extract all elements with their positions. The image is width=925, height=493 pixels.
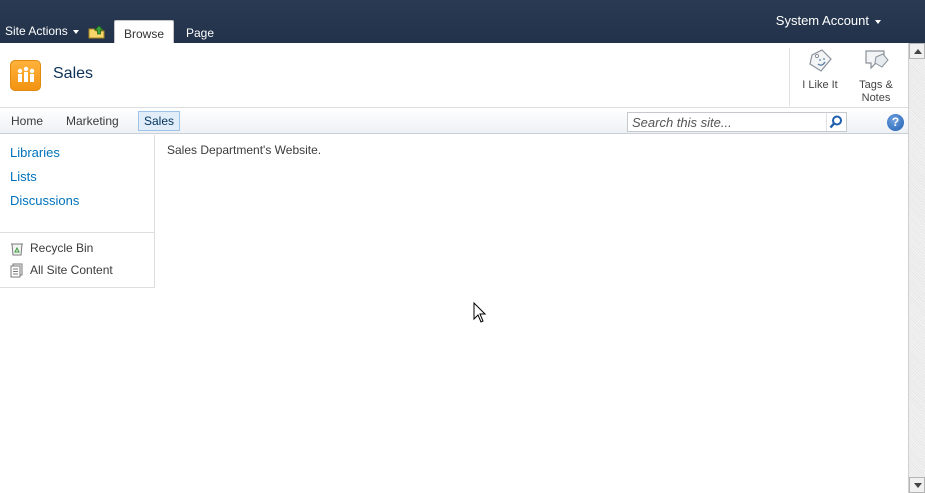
tab-page[interactable]: Page	[176, 20, 224, 43]
search-box	[627, 112, 847, 132]
people-icon	[17, 66, 35, 82]
chevron-down-icon	[72, 29, 79, 34]
recycle-bin-label: Recycle Bin	[30, 241, 94, 255]
recycle-bin-link[interactable]: Recycle Bin	[10, 241, 93, 256]
top-navigation: Home Marketing Sales ?	[0, 108, 908, 134]
site-actions-label: Site Actions	[5, 24, 68, 38]
quick-launch: Libraries Lists Discussions Recycle Bin …	[0, 135, 155, 288]
site-content-icon	[10, 263, 23, 278]
help-icon[interactable]: ?	[887, 114, 904, 131]
chevron-down-icon	[875, 19, 881, 24]
site-logo[interactable]	[10, 60, 41, 91]
search-input[interactable]	[628, 113, 826, 131]
tags-notes-label-2: Notes	[861, 92, 891, 104]
scroll-down-button[interactable]	[909, 477, 925, 493]
search-icon	[829, 115, 842, 129]
tags-notes-icon	[865, 50, 889, 70]
site-description: Sales Department's Website.	[167, 143, 322, 157]
recycle-bin-icon	[11, 243, 23, 256]
user-menu[interactable]: System Account	[776, 13, 881, 28]
title-area: Sales I Like It Tags & Notes	[0, 43, 908, 108]
i-like-it-label: I Like It	[802, 79, 838, 91]
tags-notes-button[interactable]: Tags & Notes	[848, 47, 904, 105]
tags-notes-label-1: Tags &	[859, 79, 893, 91]
ribbon-bar: Site Actions Browse Page System Account	[0, 0, 925, 43]
arrow-up-icon	[914, 49, 922, 54]
scroll-up-button[interactable]	[909, 43, 925, 59]
all-site-content-link[interactable]: All Site Content	[10, 263, 113, 278]
arrow-down-icon	[914, 483, 922, 488]
quick-launch-discussions[interactable]: Discussions	[10, 193, 79, 208]
topnav-item-sales[interactable]: Sales	[138, 111, 181, 131]
topnav-item-home[interactable]: Home	[5, 111, 49, 131]
mouse-pointer-icon	[473, 302, 487, 323]
search-button[interactable]	[826, 113, 846, 131]
like-tag-icon	[809, 49, 832, 72]
divider	[789, 48, 790, 106]
quick-launch-libraries[interactable]: Libraries	[10, 145, 60, 160]
site-actions-menu[interactable]: Site Actions	[5, 24, 79, 38]
divider	[0, 232, 154, 233]
navigate-up-icon[interactable]	[88, 25, 106, 39]
site-title[interactable]: Sales	[53, 65, 93, 83]
sharepoint-page: Site Actions Browse Page System Account …	[0, 0, 925, 493]
quick-launch-lists[interactable]: Lists	[10, 169, 37, 184]
user-name: System Account	[775, 13, 869, 28]
topnav-item-marketing[interactable]: Marketing	[60, 111, 125, 131]
vertical-scrollbar[interactable]	[908, 43, 925, 493]
all-site-content-label: All Site Content	[30, 263, 113, 277]
i-like-it-button[interactable]: I Like It	[792, 47, 848, 92]
tab-browse[interactable]: Browse	[114, 20, 174, 43]
